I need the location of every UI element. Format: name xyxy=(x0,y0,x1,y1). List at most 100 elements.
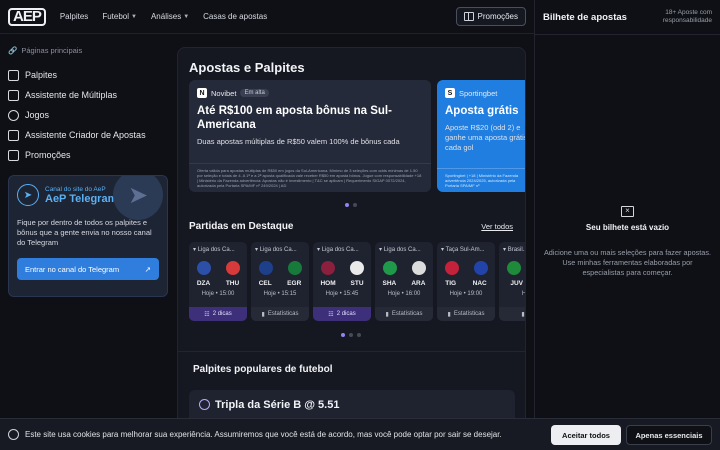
away-team-code: STU xyxy=(350,280,364,287)
builder-icon xyxy=(8,129,19,141)
home-team-crest-icon xyxy=(444,261,459,275)
promo-card-novibet[interactable]: N Novibet Em alta Até R$100 em aposta bô… xyxy=(189,80,431,192)
essential-only-button[interactable]: Apenas essenciais xyxy=(626,425,712,445)
away-team-code: ARA xyxy=(411,280,426,287)
sidebar-heading: 🔗 Páginas principais xyxy=(8,46,168,55)
match-card[interactable]: ▾ Brasil... JUV Hoje ▮Es xyxy=(499,242,526,321)
nav-casas-de-apostas[interactable]: Casas de apostas xyxy=(203,12,267,21)
match-time: Hoje xyxy=(521,291,526,297)
site-logo[interactable]: AEP xyxy=(8,7,46,26)
match-footer-label: 2 dicas xyxy=(336,311,356,317)
promotions-button[interactable]: Promoções xyxy=(455,7,526,26)
telegram-join-label: Entrar no canal do Telegram xyxy=(25,264,120,274)
ball-icon xyxy=(8,109,19,121)
telegram-join-button[interactable]: Entrar no canal do Telegram ↗ xyxy=(17,258,159,280)
nav-palpites[interactable]: Palpites xyxy=(60,12,88,21)
empty-ticket-icon: × xyxy=(621,206,634,217)
nav-label: Casas de apostas xyxy=(203,12,268,21)
promo-title: Aposta grátis xyxy=(445,105,519,117)
league-label: Liga dos Ca... xyxy=(321,247,359,253)
match-time: Hoje • 15:45 xyxy=(325,291,359,297)
match-card[interactable]: ▾ Liga dos Ca... DZA THU Hoje • 15:00 ☷ 2 dic… xyxy=(189,242,247,321)
chevron-down-icon: ▼ xyxy=(131,13,137,20)
nav-analises[interactable]: Análises ▼ xyxy=(151,12,189,21)
carousel-dot[interactable] xyxy=(345,203,349,207)
carousel-dot[interactable] xyxy=(357,333,361,337)
sidebar-item-promocoes[interactable]: Promoções xyxy=(8,145,168,165)
telegram-title: AeP Telegram! xyxy=(45,192,122,205)
bookmaker-name: Novibet xyxy=(211,88,237,98)
telegram-description: Fique por dentro de todos os palpites e … xyxy=(17,218,152,247)
matches-carousel-dots xyxy=(341,333,361,337)
match-footer[interactable]: ☷ 2 dicas xyxy=(313,307,371,321)
stats-icon: ▮ xyxy=(447,311,451,318)
home-team-code: TIG xyxy=(445,280,457,287)
stats-icon: ▮ xyxy=(521,311,525,318)
telegram-watermark-icon: ➤ xyxy=(113,176,163,220)
nav-label: Análises xyxy=(150,12,182,21)
sidebar-item-assistente-multiplas[interactable]: Assistente de Múltiplas xyxy=(8,85,168,105)
match-footer-label: 2 dicas xyxy=(212,311,232,317)
away-team-code: EGR xyxy=(287,280,302,287)
external-link-icon: ↗ xyxy=(144,264,151,274)
trending-badge: Em alta xyxy=(240,89,269,97)
sidebar: 🔗 Páginas principais Palpites Assistente… xyxy=(0,34,176,450)
tips-icon: ☷ xyxy=(204,311,210,318)
league-label: Liga dos Ca... xyxy=(383,247,421,253)
sidebar-item-palpites[interactable]: Palpites xyxy=(8,65,168,85)
bookmaker-name: Sportingbet xyxy=(459,88,498,98)
away-team-crest-icon xyxy=(349,261,364,275)
away-team-code: THU xyxy=(225,280,240,287)
page-title: Apostas e Palpites xyxy=(189,60,305,75)
home-team-code: DZA xyxy=(196,280,211,287)
match-footer-label: Estatísticas xyxy=(453,311,485,317)
bet-slip-panel: Bilhete de apostas 18+ Aposte com respon… xyxy=(534,0,720,450)
match-time: Hoje • 15:00 xyxy=(201,291,235,297)
telegram-subtitle: Canal do site do AeP xyxy=(45,185,106,193)
gift-icon xyxy=(463,12,474,21)
popular-section-title: Palpites populares de futebol xyxy=(193,364,333,375)
match-footer[interactable]: ☷ 2 dicas xyxy=(189,307,247,321)
match-footer[interactable]: ▮ Estatísticas xyxy=(437,307,495,321)
responsibility-notice: 18+ Aposte com responsabilidade xyxy=(662,9,712,24)
sportingbet-logo-icon: S xyxy=(445,88,455,98)
home-team-code: SHA xyxy=(382,280,397,287)
promo-fine-print: Sportingbet | +18 | Ministério da Fazend… xyxy=(437,168,525,192)
carousel-dot[interactable] xyxy=(353,203,357,207)
match-time: Hoje • 19:00 xyxy=(449,291,483,297)
away-team-crest-icon xyxy=(473,261,488,275)
carousel-dot[interactable] xyxy=(349,333,353,337)
home-team-code: HOM xyxy=(320,280,336,287)
match-league: ▾ Liga dos Ca... xyxy=(189,242,247,253)
accept-all-button[interactable]: Aceitar todos xyxy=(551,425,621,445)
league-label: Taça Sul-Am... xyxy=(445,247,485,253)
match-card[interactable]: ▾ Taça Sul-Am... TIG NAC Hoje • 19:00 ▮ Estat… xyxy=(437,242,495,321)
carousel-dot[interactable] xyxy=(341,333,345,337)
match-footer[interactable]: ▮ Estatísticas xyxy=(251,307,309,321)
nav-label: Futebol xyxy=(102,12,129,21)
promo-card-sportingbet[interactable]: S Sportingbet Aposta grátis Aposte R$20 … xyxy=(437,80,526,192)
nav-label: Palpites xyxy=(59,12,89,21)
sidebar-item-label: Palpites xyxy=(25,70,58,80)
sidebar-item-label: Jogos xyxy=(25,110,50,120)
empty-slip-title: Seu bilhete está vazio xyxy=(585,223,670,232)
cookie-icon xyxy=(8,429,19,440)
match-card[interactable]: ▾ Liga dos Ca... HOM STU Hoje • 15:45 ☷ 2 dic… xyxy=(313,242,371,321)
promo-subtitle: Aposte R$20 (odd 2) e ganhe uma aposta g… xyxy=(445,123,526,152)
match-card[interactable]: ▾ Liga dos Ca... SHA ARA Hoje • 16:00 ▮ Estat… xyxy=(375,242,433,321)
section-divider xyxy=(178,351,525,352)
sidebar-item-jogos[interactable]: Jogos xyxy=(8,105,168,125)
match-footer[interactable]: ▮ Estatísticas xyxy=(375,307,433,321)
match-footer[interactable]: ▮Es xyxy=(499,307,525,321)
home-team-crest-icon xyxy=(382,261,397,275)
sidebar-item-criador-apostas[interactable]: Assistente Criador de Apostas xyxy=(8,125,168,145)
see-all-link[interactable]: Ver todos xyxy=(481,222,513,231)
nav-futebol[interactable]: Futebol ▼ xyxy=(102,12,137,21)
telegram-card: ➤ ➤ Canal do site do AeP AeP Telegram! F… xyxy=(8,175,168,297)
away-team-code: NAC xyxy=(472,280,487,287)
stats-icon: ▮ xyxy=(385,311,389,318)
cookie-banner: Este site usa cookies para melhorar sua … xyxy=(0,418,720,450)
match-card[interactable]: ▾ Liga dos Ca... CEL EGR Hoje • 15:15 ▮ Estat… xyxy=(251,242,309,321)
sidebar-heading-label: Páginas principais xyxy=(21,46,83,55)
match-league: ▾ Liga dos Ca... xyxy=(251,242,309,253)
